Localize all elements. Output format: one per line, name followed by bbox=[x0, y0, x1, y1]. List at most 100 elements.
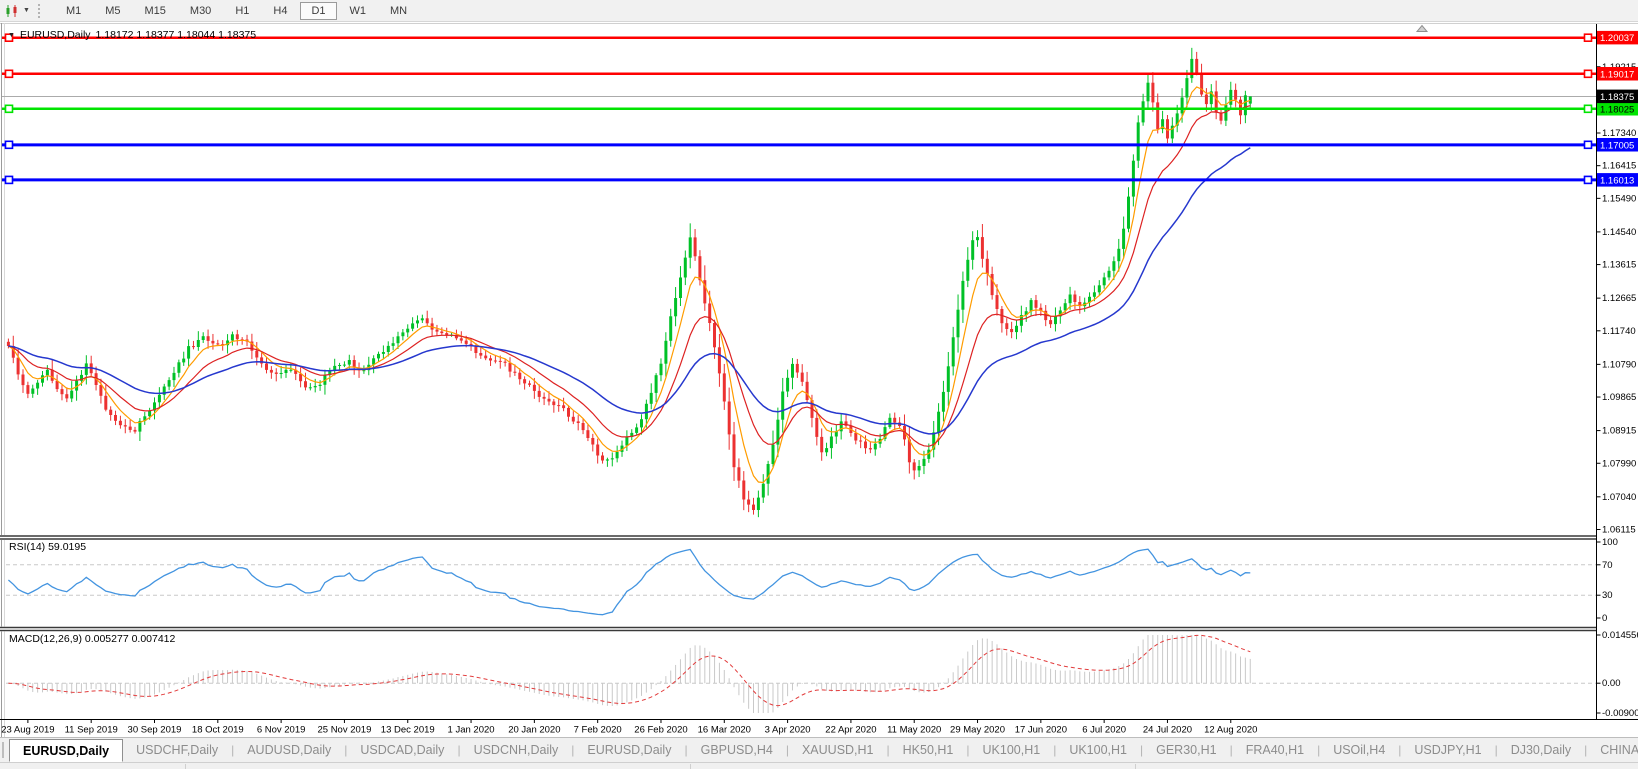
chevron-down-icon[interactable]: ▼ bbox=[8, 32, 15, 39]
chart-title: ▼ EURUSD,Daily 1.18172 1.18377 1.18044 1… bbox=[8, 29, 256, 41]
svg-text:26 Feb 2020: 26 Feb 2020 bbox=[634, 725, 687, 736]
svg-text:11 May 2020: 11 May 2020 bbox=[887, 725, 941, 736]
chart-canvas[interactable]: 1.192151.173401.164151.154901.145401.136… bbox=[0, 0, 1638, 769]
svg-text:6 Nov 2019: 6 Nov 2019 bbox=[257, 725, 306, 736]
status-divider bbox=[690, 764, 691, 769]
timeframe-button-M30[interactable]: M30 bbox=[179, 2, 222, 20]
macd-indicator-label: MACD(12,26,9) 0.005277 0.007412 bbox=[9, 633, 175, 645]
svg-text:1.18025: 1.18025 bbox=[1600, 104, 1634, 115]
svg-text:1.09865: 1.09865 bbox=[1602, 392, 1636, 403]
line-handle[interactable] bbox=[1585, 141, 1592, 148]
line-handle[interactable] bbox=[6, 70, 13, 77]
svg-text:1.15490: 1.15490 bbox=[1602, 193, 1636, 204]
line-handle[interactable] bbox=[1585, 105, 1592, 112]
svg-text:24 Jul 2020: 24 Jul 2020 bbox=[1143, 725, 1192, 736]
svg-text:30 Sep 2019: 30 Sep 2019 bbox=[128, 725, 182, 736]
svg-text:1.13615: 1.13615 bbox=[1602, 260, 1636, 271]
line-handle[interactable] bbox=[6, 141, 13, 148]
chevron-down-icon: ▼ bbox=[23, 7, 30, 14]
svg-text:16 Mar 2020: 16 Mar 2020 bbox=[698, 725, 751, 736]
line-handle[interactable] bbox=[1585, 70, 1592, 77]
svg-text:17 Jun 2020: 17 Jun 2020 bbox=[1015, 725, 1067, 736]
chart-tab-USDCAD-Daily[interactable]: USDCAD,Daily bbox=[347, 738, 457, 762]
line-handle[interactable] bbox=[1585, 176, 1592, 183]
svg-text:1.07990: 1.07990 bbox=[1602, 458, 1636, 469]
svg-text:22 Apr 2020: 22 Apr 2020 bbox=[825, 725, 876, 736]
timeframe-button-M1[interactable]: M1 bbox=[55, 2, 92, 20]
svg-text:1.19017: 1.19017 bbox=[1600, 69, 1634, 80]
svg-text:25 Nov 2019: 25 Nov 2019 bbox=[317, 725, 371, 736]
tabs-container: EURUSD,DailyUSDCHF,Daily|AUDUSD,Daily|US… bbox=[9, 738, 1638, 762]
chart-tab-GER30-H1[interactable]: GER30,H1 bbox=[1143, 738, 1229, 762]
chart-background bbox=[0, 22, 1638, 769]
status-divider bbox=[185, 764, 186, 769]
chart-tab-DJ30-Daily[interactable]: DJ30,Daily bbox=[1498, 738, 1584, 762]
chart-type-button[interactable]: ▼ bbox=[0, 0, 34, 21]
timeframe-button-H1[interactable]: H1 bbox=[224, 2, 260, 20]
svg-text:11 Sep 2019: 11 Sep 2019 bbox=[65, 725, 118, 736]
chart-tab-USDJPY-H1[interactable]: USDJPY,H1 bbox=[1401, 738, 1494, 762]
svg-text:1.06115: 1.06115 bbox=[1602, 524, 1636, 535]
timeframe-button-M5[interactable]: M5 bbox=[94, 2, 131, 20]
chart-tab-USOil-H4[interactable]: USOil,H4 bbox=[1320, 738, 1398, 762]
timeframe-button-H4[interactable]: H4 bbox=[262, 2, 298, 20]
svg-text:1.07040: 1.07040 bbox=[1602, 492, 1636, 503]
chart-tab-USDCHF-Daily[interactable]: USDCHF,Daily bbox=[123, 738, 231, 762]
toolbar: ▼ M1M5M15M30H1H4D1W1MN bbox=[0, 0, 1638, 22]
line-handle[interactable] bbox=[1585, 34, 1592, 41]
svg-text:6 Jul 2020: 6 Jul 2020 bbox=[1082, 725, 1126, 736]
svg-text:1.14540: 1.14540 bbox=[1602, 227, 1636, 238]
candlestick-chart-icon bbox=[4, 4, 20, 18]
tab-bar-grip[interactable] bbox=[2, 742, 4, 758]
svg-text:7 Feb 2020: 7 Feb 2020 bbox=[574, 725, 622, 736]
svg-text:23 Aug 2019: 23 Aug 2019 bbox=[1, 725, 54, 736]
svg-text:13 Dec 2019: 13 Dec 2019 bbox=[381, 725, 435, 736]
status-bar bbox=[0, 762, 1638, 769]
line-handle[interactable] bbox=[6, 176, 13, 183]
svg-text:0.014556: 0.014556 bbox=[1602, 630, 1638, 641]
chart-tab-EURUSD-Daily[interactable]: EURUSD,Daily bbox=[574, 738, 684, 762]
timeframe-button-W1[interactable]: W1 bbox=[339, 2, 378, 20]
rsi-indicator-label: RSI(14) 59.0195 bbox=[9, 541, 86, 553]
chart-tab-UK100-H1[interactable]: UK100,H1 bbox=[1056, 738, 1140, 762]
svg-text:18 Oct 2019: 18 Oct 2019 bbox=[192, 725, 244, 736]
svg-text:0.00: 0.00 bbox=[1602, 678, 1621, 689]
svg-text:30: 30 bbox=[1602, 590, 1613, 601]
chart-tab-CHINA300-H1[interactable]: CHINA300,H1 bbox=[1587, 738, 1638, 762]
terminal-window: 1.192151.173401.164151.154901.145401.136… bbox=[0, 0, 1638, 769]
svg-text:1.10790: 1.10790 bbox=[1602, 359, 1636, 370]
chart-tab-HK50-H1[interactable]: HK50,H1 bbox=[890, 738, 967, 762]
chart-tab-XAUUSD-H1[interactable]: XAUUSD,H1 bbox=[789, 738, 887, 762]
toolbar-grip[interactable] bbox=[38, 4, 43, 18]
svg-text:1 Jan 2020: 1 Jan 2020 bbox=[448, 725, 495, 736]
svg-text:1.11740: 1.11740 bbox=[1602, 326, 1636, 337]
svg-text:20 Jan 2020: 20 Jan 2020 bbox=[508, 725, 560, 736]
svg-text:1.20037: 1.20037 bbox=[1600, 33, 1634, 44]
status-divider bbox=[1135, 764, 1136, 769]
svg-text:100: 100 bbox=[1602, 537, 1618, 548]
chart-tab-UK100-H1[interactable]: UK100,H1 bbox=[970, 738, 1054, 762]
svg-text:29 May 2020: 29 May 2020 bbox=[950, 725, 1005, 736]
timeframe-button-D1[interactable]: D1 bbox=[300, 2, 336, 20]
svg-text:1.16415: 1.16415 bbox=[1602, 161, 1636, 172]
svg-text:1.12665: 1.12665 bbox=[1602, 293, 1636, 304]
chart-tab-FRA40-H1[interactable]: FRA40,H1 bbox=[1233, 738, 1317, 762]
svg-text:1.17005: 1.17005 bbox=[1600, 140, 1634, 151]
svg-text:1.17340: 1.17340 bbox=[1602, 128, 1636, 139]
timeframe-button-M15[interactable]: M15 bbox=[134, 2, 177, 20]
svg-text:12 Aug 2020: 12 Aug 2020 bbox=[1204, 725, 1257, 736]
chart-title-symbol: EURUSD,Daily bbox=[20, 29, 91, 41]
svg-text:1.08915: 1.08915 bbox=[1602, 426, 1636, 437]
chart-tab-bar: EURUSD,DailyUSDCHF,Daily|AUDUSD,Daily|US… bbox=[0, 737, 1638, 762]
svg-text:1.16013: 1.16013 bbox=[1600, 175, 1634, 186]
svg-text:-0.00900: -0.00900 bbox=[1602, 708, 1638, 719]
chart-tab-EURUSD-Daily[interactable]: EURUSD,Daily bbox=[9, 739, 123, 762]
chart-title-ohlc: 1.18172 1.18377 1.18044 1.18375 bbox=[96, 29, 257, 41]
svg-text:70: 70 bbox=[1602, 560, 1613, 571]
line-handle[interactable] bbox=[6, 105, 13, 112]
chart-tab-AUDUSD-Daily[interactable]: AUDUSD,Daily bbox=[234, 738, 344, 762]
chart-tab-USDCNH-Daily[interactable]: USDCNH,Daily bbox=[461, 738, 572, 762]
timeframe-button-MN[interactable]: MN bbox=[379, 2, 418, 20]
timeframe-button-group: M1M5M15M30H1H4D1W1MN bbox=[50, 0, 423, 21]
chart-tab-GBPUSD-H4[interactable]: GBPUSD,H4 bbox=[688, 738, 786, 762]
